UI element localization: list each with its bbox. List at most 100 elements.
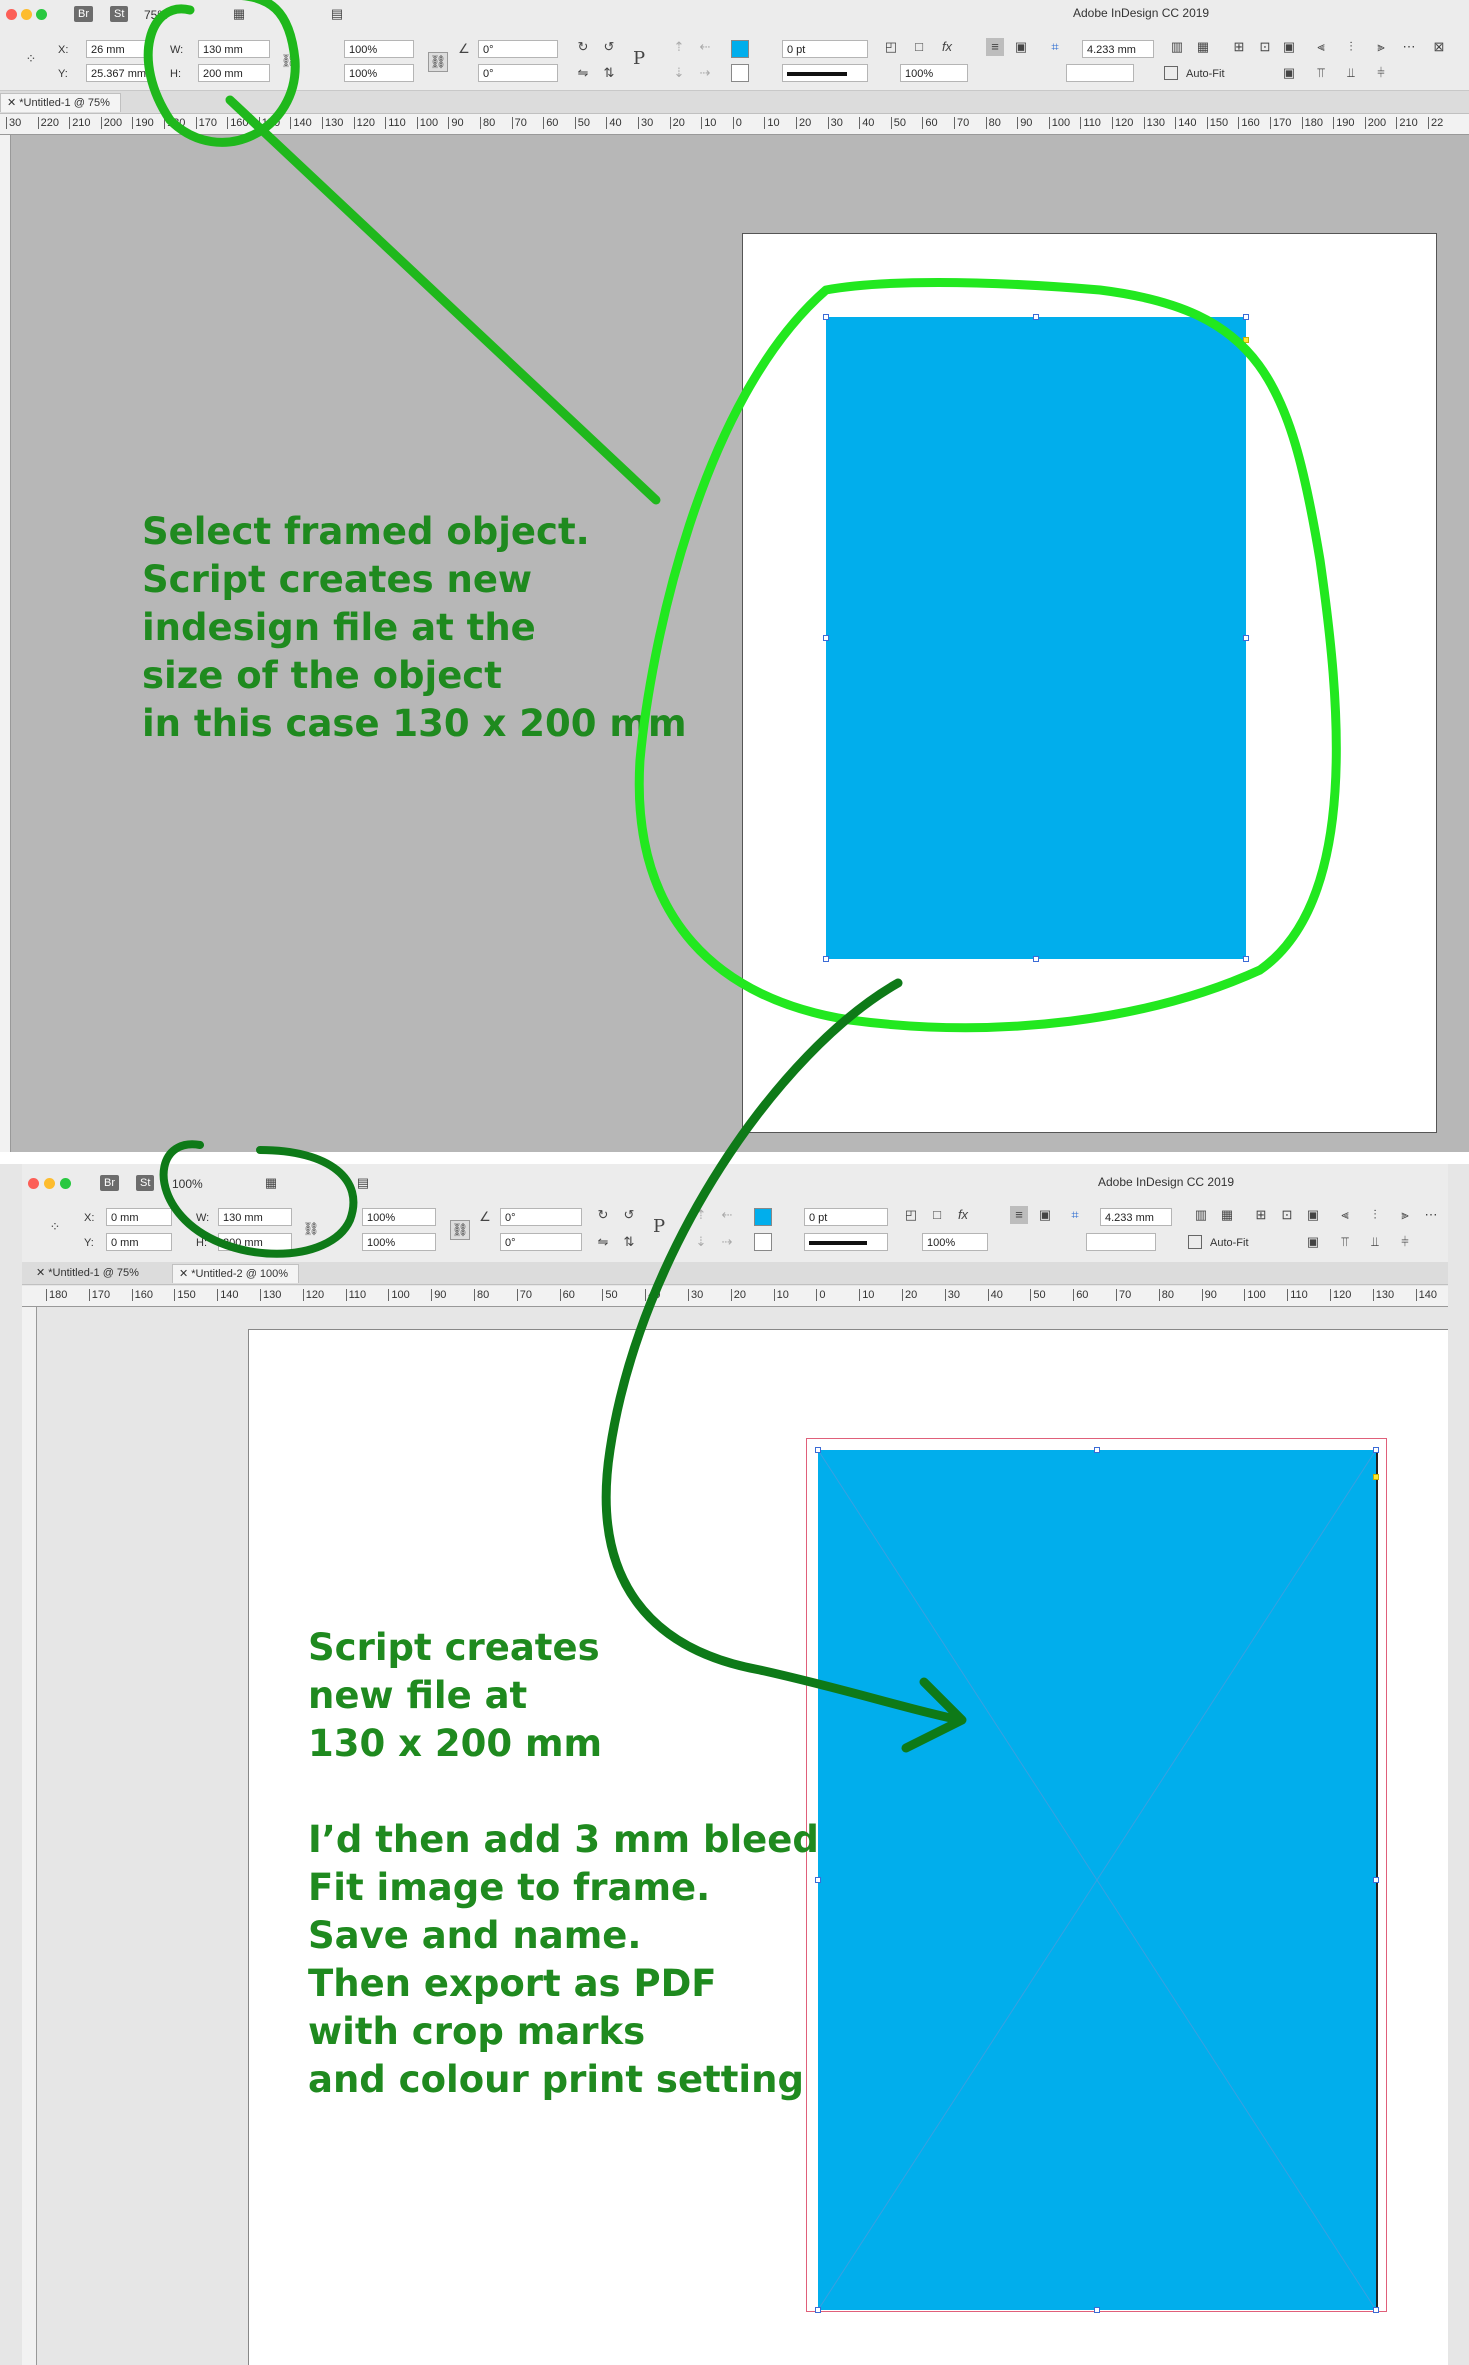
auto-fit-checkbox[interactable] (1164, 66, 1178, 80)
screen-mode-icon[interactable]: ▦ (262, 1174, 280, 1192)
stroke-weight-field[interactable]: 0 pt (804, 1208, 888, 1226)
opacity-field[interactable]: 100% (900, 64, 968, 82)
rotation-field[interactable]: 0° (478, 40, 558, 58)
select-next-icon[interactable]: ⇢ (718, 1233, 736, 1251)
arrange-documents-icon[interactable]: ▤ (354, 1174, 372, 1192)
stroke-type-select[interactable] (782, 64, 868, 82)
corner-options-handle[interactable] (1243, 337, 1249, 343)
close-window-button[interactable] (28, 1178, 39, 1189)
bridge-button[interactable]: Br (74, 6, 93, 22)
new-document-image-frame[interactable] (818, 1450, 1376, 2310)
vertical-ruler-2[interactable] (22, 1307, 37, 2365)
minimize-window-button[interactable] (44, 1178, 55, 1189)
fit-content-icon[interactable]: ▥ (1192, 1206, 1210, 1224)
select-next-icon[interactable]: ⇢ (696, 64, 714, 82)
auto-fit-checkbox[interactable] (1188, 1235, 1202, 1249)
zoom-window-button[interactable] (36, 9, 47, 20)
corner-size-field[interactable]: 4.233 mm (1100, 1208, 1172, 1226)
rotate-ccw-icon[interactable]: ↺ (600, 38, 618, 56)
path-text-icon[interactable]: P (650, 1218, 668, 1236)
constrain-scale-icon[interactable]: ⛓ (450, 1220, 470, 1240)
content-aware-fit-icon[interactable]: ▣ (1280, 38, 1298, 56)
rotate-cw-icon[interactable]: ↻ (574, 38, 592, 56)
align-top-edges-icon[interactable]: ⫪ (1312, 64, 1330, 82)
reference-point-icon[interactable]: ⁘ (46, 1218, 64, 1236)
scale-x-field[interactable]: 100% (344, 40, 414, 58)
fill-swatch[interactable] (731, 40, 749, 58)
text-wrap-icon[interactable]: ≡ (1010, 1206, 1028, 1224)
handle-bottom-left[interactable] (815, 2307, 821, 2313)
stroke-swatch[interactable] (754, 1233, 772, 1251)
align-bottom-edges-icon[interactable]: ⫩ (1396, 1233, 1414, 1251)
handle-top-left[interactable] (823, 314, 829, 320)
horizontal-ruler[interactable]: 30 220 210 200 190 180 170 160 150 140 130 120 110 10… (0, 114, 1469, 135)
handle-top-center[interactable] (1033, 314, 1039, 320)
flip-vertical-icon[interactable]: ⇅ (600, 64, 618, 82)
minimize-window-button[interactable] (21, 9, 32, 20)
scale-y-field[interactable]: 100% (362, 1233, 436, 1251)
screen-mode-icon[interactable]: ▦ (230, 5, 248, 23)
align-horizontal-centers-icon[interactable]: ⫶ (1342, 38, 1360, 56)
width-field[interactable]: 130 mm (218, 1208, 292, 1226)
stock-button[interactable]: St (110, 6, 129, 22)
align-bottom-edges-icon[interactable]: ⫩ (1372, 64, 1390, 82)
corner-options-icon[interactable]: ⌗ (1046, 38, 1064, 56)
frame-fitting-icon[interactable]: ▣ (1280, 64, 1298, 82)
shear-field[interactable]: 0° (478, 64, 558, 82)
distribute-icon[interactable]: ⋯ (1400, 38, 1418, 56)
center-content-icon[interactable]: ⊞ (1230, 38, 1248, 56)
vertical-ruler[interactable] (0, 135, 11, 1152)
flip-horizontal-icon[interactable]: ⇋ (574, 64, 592, 82)
select-content-icon[interactable]: ⇣ (692, 1233, 710, 1251)
corner-shape-select[interactable] (1086, 1233, 1156, 1251)
stroke-type-select[interactable] (804, 1233, 888, 1251)
handle-top-right[interactable] (1373, 1447, 1379, 1453)
scale-y-field[interactable]: 100% (344, 64, 414, 82)
fill-proportionally-icon[interactable]: ⊡ (1256, 38, 1274, 56)
tab-untitled-1[interactable]: ✕ *Untitled-1 @ 75% (30, 1264, 149, 1282)
stroke-swatch[interactable] (731, 64, 749, 82)
corner-options-icon[interactable]: ⌗ (1066, 1206, 1084, 1224)
path-text-icon[interactable]: P (630, 50, 648, 68)
handle-middle-right[interactable] (1243, 635, 1249, 641)
handle-bottom-right[interactable] (1243, 956, 1249, 962)
fx-icon[interactable]: fx (938, 38, 956, 56)
stock-button[interactable]: St (136, 1175, 155, 1191)
fit-frame-icon[interactable]: ▦ (1218, 1206, 1236, 1224)
handle-bottom-center[interactable] (1033, 956, 1039, 962)
opacity-field[interactable]: 100% (922, 1233, 988, 1251)
height-field[interactable]: 200 mm (198, 64, 270, 82)
handle-bottom-left[interactable] (823, 956, 829, 962)
corner-size-field[interactable]: 4.233 mm (1082, 40, 1154, 58)
rotation-field[interactable]: 0° (500, 1208, 582, 1226)
align-vertical-centers-icon[interactable]: ⫫ (1342, 64, 1360, 82)
height-field[interactable]: 200 mm (218, 1233, 292, 1251)
zoom-level[interactable]: 75% (144, 8, 168, 22)
distribute-icon[interactable]: ⋯ (1422, 1206, 1440, 1224)
fx-icon[interactable]: fx (954, 1206, 972, 1224)
width-field[interactable]: 130 mm (198, 40, 270, 58)
constrain-proportions-icon[interactable]: ⛓ (280, 52, 298, 70)
tab-untitled-1[interactable]: ✕ *Untitled-1 @ 75% (0, 93, 121, 112)
scale-x-field[interactable]: 100% (362, 1208, 436, 1226)
frame-fitting-icon[interactable]: ▣ (1304, 1233, 1322, 1251)
select-content-icon[interactable]: ⇣ (670, 64, 688, 82)
drop-shadow-icon[interactable]: ◰ (902, 1206, 920, 1224)
wrap-around-icon[interactable]: ▣ (1036, 1206, 1054, 1224)
fit-frame-icon[interactable]: ▦ (1194, 38, 1212, 56)
handle-middle-right[interactable] (1373, 1877, 1379, 1883)
flip-vertical-icon[interactable]: ⇅ (620, 1233, 638, 1251)
align-vertical-centers-icon[interactable]: ⫫ (1366, 1233, 1384, 1251)
arrange-documents-icon[interactable]: ▤ (328, 5, 346, 23)
y-position-field[interactable]: 25.367 mm (86, 64, 152, 82)
constrain-scale-icon[interactable]: ⛓ (428, 52, 448, 72)
zoom-window-button[interactable] (60, 1178, 71, 1189)
effects-icon[interactable]: □ (910, 38, 928, 56)
fit-content-icon[interactable]: ▥ (1168, 38, 1186, 56)
handle-top-center[interactable] (1094, 1447, 1100, 1453)
tab-untitled-2[interactable]: ✕ *Untitled-2 @ 100% (172, 1264, 300, 1283)
more-options-icon[interactable]: ⊠ (1430, 38, 1448, 56)
text-wrap-icon[interactable]: ≡ (986, 38, 1004, 56)
content-aware-fit-icon[interactable]: ▣ (1304, 1206, 1322, 1224)
reference-point-icon[interactable]: ⁘ (22, 50, 40, 68)
